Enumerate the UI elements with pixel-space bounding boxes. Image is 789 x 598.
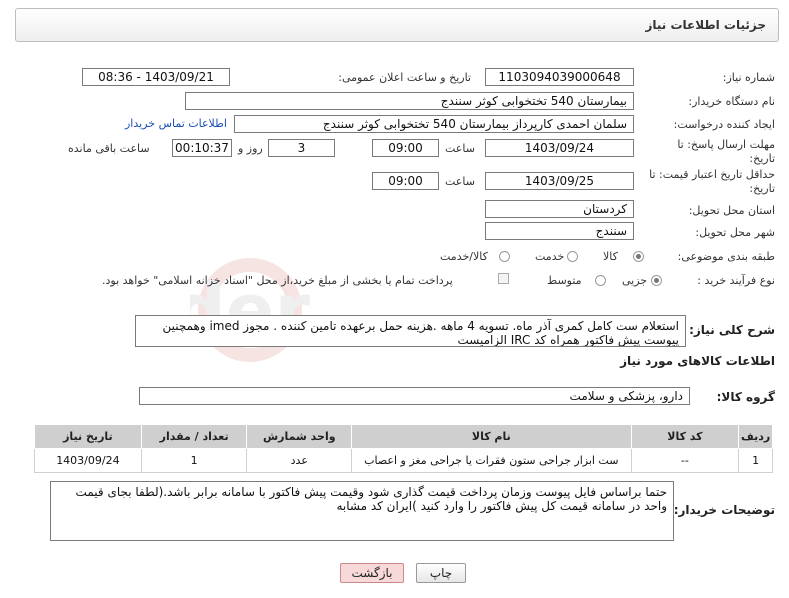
category-label: طبقه بندی موضوعی:	[677, 250, 775, 263]
goods-section-title: اطلاعات کالاهای مورد نیاز	[620, 354, 775, 368]
city-label: شهر محل تحویل:	[695, 226, 775, 239]
remaining-time-field[interactable]: 00:10:37	[172, 139, 232, 157]
city-field[interactable]: سنندج	[485, 222, 634, 240]
goods-group-label: گروه کالا:	[716, 390, 775, 404]
province-field[interactable]: کردستان	[485, 200, 634, 218]
goods-group-field[interactable]: دارو، پزشکی و سلامت	[139, 387, 690, 405]
col-name: نام کالا	[351, 424, 632, 449]
cell-unit: عدد	[246, 448, 353, 473]
category-radio-goods[interactable]	[633, 251, 644, 262]
col-code: کد کالا	[630, 424, 740, 449]
back-button[interactable]: بازگشت	[340, 563, 404, 583]
cell-row: 1	[738, 448, 773, 473]
days-field[interactable]: 3	[268, 139, 335, 157]
category-radio-service[interactable]	[567, 251, 578, 262]
description-label: شرح کلی نیاز:	[689, 323, 775, 337]
remaining-label: ساعت باقی مانده	[68, 142, 150, 155]
table-header-row: ردیف کد کالا نام کالا واحد شمارش تعداد /…	[34, 424, 773, 449]
process-radio-minor[interactable]	[651, 275, 662, 286]
days-label: روز و	[238, 142, 263, 155]
col-qty: تعداد / مقدار	[140, 424, 248, 449]
process-radio-medium[interactable]	[595, 275, 606, 286]
reply-deadline-label: مهلت ارسال پاسخ: تا تاریخ:	[677, 138, 775, 165]
cell-name: ست ابزار جراحی ستون فقرات یا جراحی مغز و…	[351, 448, 632, 473]
price-validity-label: حداقل تاریخ اعتبار قیمت: تا تاریخ:	[649, 168, 775, 195]
creator-field[interactable]: سلمان احمدی کارپرداز بیمارستان 540 تختخو…	[234, 115, 634, 133]
header-panel: جزئیات اطلاعات نیاز	[15, 8, 779, 42]
treasury-checkbox[interactable]	[498, 273, 509, 284]
buyer-notes-label: توضیحات خریدار:	[673, 503, 775, 517]
reply-date-field[interactable]: 1403/09/24	[485, 139, 634, 157]
process-option-minor: جزیی	[622, 274, 648, 287]
need-number-field[interactable]: 1103094039000648	[485, 68, 634, 86]
payment-note: پرداخت تمام یا بخشی از مبلغ خرید،از محل …	[102, 274, 453, 287]
process-option-medium: متوسط	[547, 274, 582, 287]
col-date: تاریخ نیاز	[34, 424, 142, 449]
province-label: استان محل تحویل:	[688, 204, 775, 217]
cell-code: --	[630, 448, 740, 473]
description-text[interactable]: استعلام ست کامل کمری آذر ماه. تسویه 4 ما…	[135, 315, 686, 347]
buyer-org-label: نام دستگاه خریدار:	[688, 95, 775, 108]
print-button[interactable]: چاپ	[416, 563, 466, 583]
goods-table: ردیف کد کالا نام کالا واحد شمارش تعداد /…	[34, 424, 773, 473]
category-radio-goods-service[interactable]	[499, 251, 510, 262]
buyer-notes-text[interactable]: حتما براساس فایل پیوست وزمان پرداخت قیمت…	[50, 481, 674, 541]
price-validity-date-field[interactable]: 1403/09/25	[485, 172, 634, 190]
reply-time-label: ساعت	[445, 142, 475, 155]
buyer-org-field[interactable]: بیمارستان 540 تختخوابی کوثر سنندج	[185, 92, 634, 110]
cell-qty: 1	[140, 448, 248, 473]
announce-field[interactable]: 1403/09/21 - 08:36	[82, 68, 230, 86]
panel-title: جزئیات اطلاعات نیاز	[645, 18, 766, 32]
category-option-service: خدمت	[535, 250, 565, 263]
contact-buyer-link[interactable]: اطلاعات تماس خریدار	[125, 117, 227, 130]
need-number-label: شماره نیاز:	[722, 71, 775, 84]
table-row[interactable]: 1 -- ست ابزار جراحی ستون فقرات یا جراحی …	[34, 448, 773, 473]
cell-date: 1403/09/24	[34, 448, 142, 473]
reply-time-field[interactable]: 09:00	[372, 139, 439, 157]
process-label: نوع فرآیند خرید :	[697, 274, 775, 287]
col-row: ردیف	[738, 424, 773, 449]
price-validity-time-label: ساعت	[445, 175, 475, 188]
col-unit: واحد شمارش	[246, 424, 353, 449]
creator-label: ایجاد کننده درخواست:	[673, 118, 775, 131]
price-validity-time-field[interactable]: 09:00	[372, 172, 439, 190]
announce-label: تاریخ و ساعت اعلان عمومی:	[338, 71, 471, 84]
category-option-goods: کالا	[603, 250, 618, 263]
category-option-goods-service: کالا/خدمت	[440, 250, 488, 263]
